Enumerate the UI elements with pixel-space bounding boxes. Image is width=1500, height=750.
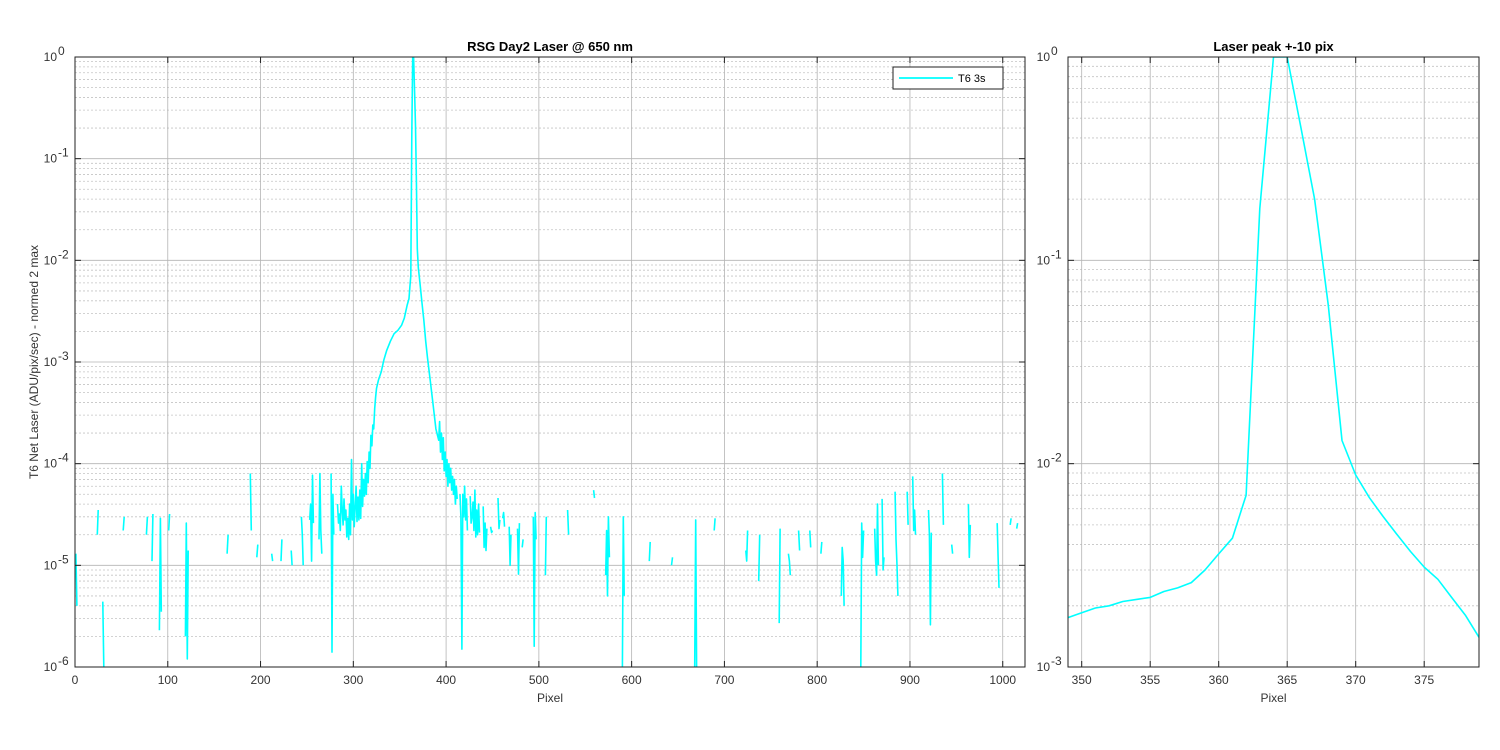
- x-axis-label: Pixel: [1260, 691, 1286, 705]
- x-tick-label: 370: [1346, 673, 1366, 687]
- x-tick-label: 1000: [989, 673, 1016, 687]
- series-segment: [226, 534, 229, 554]
- y-tick-label-exponent: -1: [58, 146, 69, 160]
- x-axis-label: Pixel: [537, 691, 563, 705]
- x-tick-label: 200: [251, 673, 271, 687]
- series-segment: [270, 553, 274, 562]
- y-tick-label-exponent: 0: [1051, 44, 1058, 58]
- x-tick-label: 365: [1277, 673, 1297, 687]
- series-segment: [544, 516, 548, 576]
- y-tick-label: 10: [1037, 660, 1051, 674]
- y-tick-label-exponent: -2: [1051, 451, 1062, 465]
- x-tick-label: 375: [1414, 673, 1434, 687]
- x-tick-label: 900: [900, 673, 920, 687]
- series-segment: [592, 490, 596, 499]
- figure: 0 100 200 300 400 500 600 700 800 900 100010 -610 -5…: [27, 39, 1480, 705]
- series-segment: [521, 539, 524, 548]
- series-segment: [809, 530, 812, 548]
- series-segment: [693, 519, 698, 667]
- series-segment: [941, 473, 945, 525]
- series-segment: [122, 516, 125, 531]
- series-segment: [1009, 518, 1012, 526]
- series-segment: [778, 528, 781, 624]
- y-tick-label: 10: [44, 50, 58, 64]
- y-tick-label: 10: [44, 660, 58, 674]
- y-tick-label-exponent: -5: [58, 552, 69, 566]
- y-tick-label: 10: [44, 355, 58, 369]
- x-tick-label: 100: [158, 673, 178, 687]
- series-segment: [256, 544, 259, 558]
- series-segment: [75, 553, 78, 606]
- y-tick-label: 10: [1037, 50, 1051, 64]
- series-segment: [820, 541, 823, 554]
- series-segment: [290, 550, 293, 566]
- y-tick-label: 10: [44, 457, 58, 471]
- y-tick-label: 10: [44, 558, 58, 572]
- x-tick-label: 800: [807, 673, 827, 687]
- series-segment: [102, 601, 105, 667]
- series-segment: [249, 473, 253, 531]
- main-chart: 0 100 200 300 400 500 600 700 800 900 100010 -610 -5…: [27, 39, 1026, 705]
- x-tick-label: 355: [1140, 673, 1160, 687]
- peak-zoom-chart: 350 355 360 365 370 37510 -310 -210 -110 0 Laser p…: [1037, 39, 1480, 705]
- series-segment: [96, 509, 99, 535]
- series-segment: [757, 534, 761, 582]
- chart-title: RSG Day2 Laser @ 650 nm: [467, 39, 633, 54]
- y-tick-label-exponent: -3: [1051, 654, 1062, 668]
- x-tick-label: 600: [622, 673, 642, 687]
- series-segment: [670, 557, 674, 566]
- x-tick-label: 350: [1072, 673, 1092, 687]
- x-tick-label: 0: [72, 673, 79, 687]
- series-segment: [950, 544, 954, 554]
- chart-title: Laser peak +-10 pix: [1213, 39, 1334, 54]
- x-tick-label: 360: [1209, 673, 1229, 687]
- series-segment: [566, 509, 570, 535]
- series-segment: [1015, 522, 1019, 529]
- y-tick-label: 10: [44, 152, 58, 166]
- y-tick-label: 10: [44, 253, 58, 267]
- x-tick-label: 400: [436, 673, 456, 687]
- y-axis-label: T6 Net Laser (ADU/pix/sec) - normed 2 ma…: [27, 245, 41, 479]
- x-tick-label: 300: [343, 673, 363, 687]
- legend: T6 3s: [892, 66, 1004, 90]
- x-tick-label: 500: [529, 673, 549, 687]
- legend-entry: T6 3s: [958, 73, 986, 85]
- y-tick-label-exponent: -3: [58, 349, 69, 363]
- series-segment: [797, 530, 801, 551]
- series-segment: [167, 513, 171, 531]
- y-tick-label-exponent: 0: [58, 44, 65, 58]
- series-segment: [906, 491, 909, 525]
- y-tick-label: 10: [1037, 253, 1051, 267]
- y-tick-label-exponent: -4: [58, 451, 69, 465]
- series-segment: [280, 539, 283, 562]
- series-segment: [151, 513, 154, 562]
- x-tick-label: 700: [714, 673, 734, 687]
- series-segment: [713, 518, 716, 531]
- plot-area: [1068, 57, 1479, 667]
- y-tick-label-exponent: -1: [1051, 247, 1062, 261]
- series-segment: [145, 516, 149, 535]
- y-tick-label: 10: [1037, 457, 1051, 471]
- series-segment: [648, 541, 651, 562]
- y-tick-label-exponent: -6: [58, 654, 69, 668]
- y-tick-label-exponent: -2: [58, 247, 69, 261]
